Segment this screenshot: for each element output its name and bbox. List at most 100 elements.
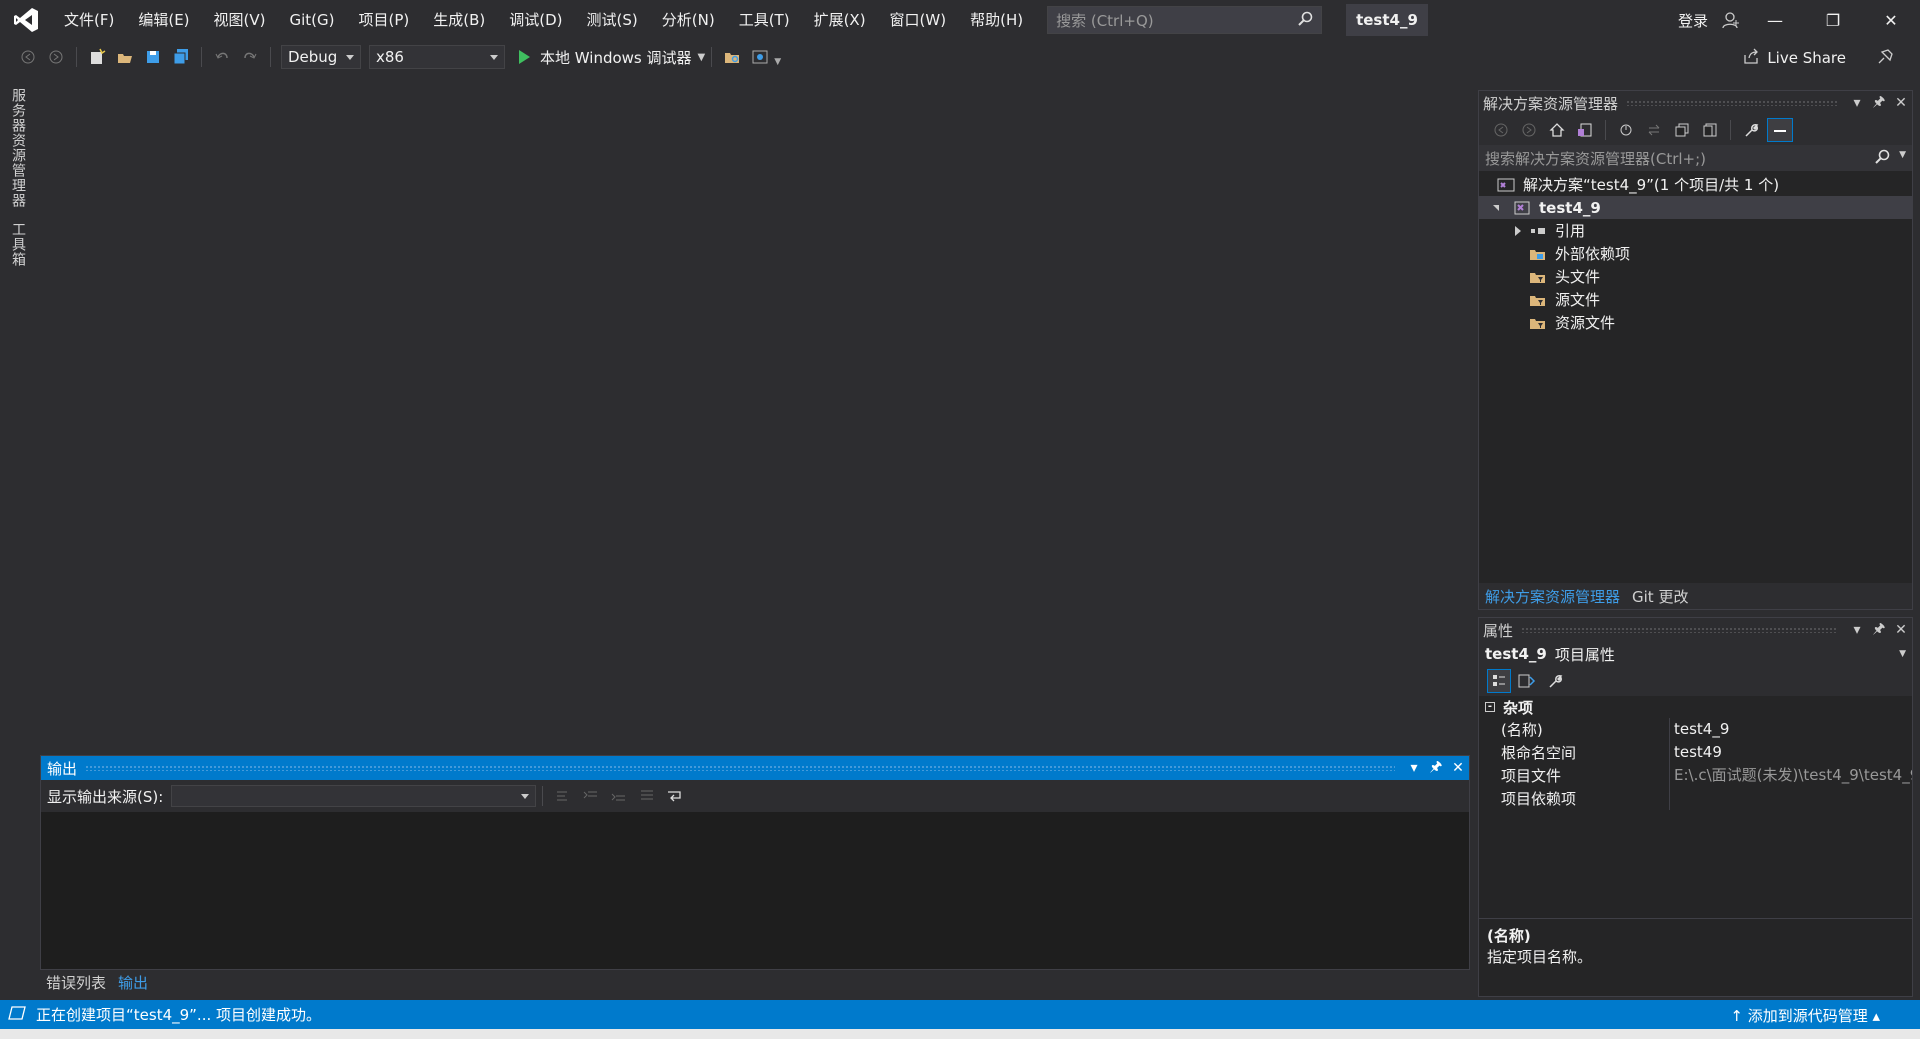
back-icon[interactable] [16, 45, 40, 69]
property-value[interactable]: E:\.c\面试题(未发)\test4_9\test4_9.vcxproj [1669, 764, 1912, 787]
forward-icon[interactable] [1517, 118, 1541, 142]
screenshot-icon[interactable] [748, 45, 772, 69]
tree-item-source-files[interactable]: 源文件 [1479, 288, 1912, 311]
account-icon[interactable] [1716, 0, 1746, 40]
server-explorer-tab[interactable]: 服务器资源管理器 [8, 88, 28, 208]
bottom-panel-tabs: 错误列表 输出 [40, 970, 154, 994]
menu-item[interactable]: 扩展(X) [802, 0, 878, 40]
menu-item[interactable]: 生成(B) [421, 0, 497, 40]
add-to-source-control-button[interactable]: ↑ 添加到源代码管理 ▴ [1730, 1005, 1880, 1026]
menu-item[interactable]: 测试(S) [575, 0, 650, 40]
home-icon[interactable] [1545, 118, 1569, 142]
property-pages-icon[interactable] [1543, 669, 1567, 693]
tree-item-header-files[interactable]: 头文件 [1479, 265, 1912, 288]
property-row[interactable]: (名称) test4_9 [1479, 718, 1912, 741]
clear-all-icon[interactable] [635, 784, 659, 808]
tree-item-project[interactable]: test4_9 [1479, 196, 1912, 219]
save-icon[interactable] [141, 45, 165, 69]
configuration-dropdown[interactable]: Debug [281, 45, 361, 69]
show-all-files-icon[interactable] [1698, 118, 1722, 142]
menu-item[interactable]: 项目(P) [347, 0, 422, 40]
window-position-dropdown-icon[interactable]: ▾ [1846, 622, 1868, 638]
alphabetical-icon[interactable] [1515, 669, 1539, 693]
tab-output[interactable]: 输出 [112, 972, 154, 993]
pin-icon[interactable]: 🖈 [1868, 91, 1890, 115]
undo-icon[interactable] [210, 45, 234, 69]
menu-item[interactable]: 工具(T) [727, 0, 802, 40]
properties-object-selector[interactable]: test4_9 项目属性 ▼ [1479, 642, 1912, 666]
window-position-dropdown-icon[interactable]: ▾ [1846, 95, 1868, 111]
output-panel-header[interactable]: 输出 ▾ 🖈 ✕ [41, 756, 1469, 780]
property-name: 项目文件 [1501, 767, 1562, 785]
tree-item-external-deps[interactable]: 外部依赖项 [1479, 242, 1912, 265]
switch-views-icon[interactable] [1573, 118, 1597, 142]
properties-wrench-icon[interactable] [1739, 118, 1763, 142]
description-title: (名称) [1487, 927, 1531, 945]
close-button[interactable]: ✕ [1862, 0, 1920, 40]
tree-item-references[interactable]: 引用 [1479, 219, 1912, 242]
solution-explorer-header[interactable]: 解决方案资源管理器 ▾ 🖈 ✕ [1479, 91, 1912, 115]
chevron-down-icon[interactable]: ▼ [1899, 150, 1906, 160]
close-icon[interactable]: ✕ [1447, 760, 1469, 776]
close-icon[interactable]: ✕ [1890, 95, 1912, 111]
property-row[interactable]: 项目文件 E:\.c\面试题(未发)\test4_9\test4_9.vcxpr… [1479, 764, 1912, 787]
property-value[interactable]: test49 [1669, 741, 1912, 764]
close-icon[interactable]: ✕ [1890, 622, 1912, 638]
sync-icon[interactable] [1642, 118, 1666, 142]
menu-item[interactable]: 帮助(H) [958, 0, 1035, 40]
platform-dropdown[interactable]: x86 [369, 45, 505, 69]
property-row[interactable]: 根命名空间 test49 [1479, 741, 1912, 764]
redo-icon[interactable] [238, 45, 262, 69]
new-project-icon[interactable] [85, 45, 109, 69]
browse-icon[interactable] [720, 45, 744, 69]
pin-icon[interactable]: 🖈 [1425, 756, 1447, 780]
property-value[interactable] [1669, 787, 1912, 810]
window-position-dropdown-icon[interactable]: ▾ [1403, 760, 1425, 776]
toolbox-tab[interactable]: 工具箱 [8, 222, 28, 267]
restore-button[interactable]: ❐ [1804, 0, 1862, 40]
tree-item-solution[interactable]: 解决方案“test4_9”(1 个项目/共 1 个) [1479, 173, 1912, 196]
open-file-icon[interactable] [113, 45, 137, 69]
next-message-icon[interactable] [607, 784, 631, 808]
tab-git-changes[interactable]: Git 更改 [1626, 586, 1694, 607]
search-input[interactable]: 搜索 (Ctrl+Q) [1047, 6, 1323, 34]
start-debugging-button[interactable]: 本地 Windows 调试器 ▼ [519, 47, 705, 68]
pin-icon[interactable]: 🖈 [1868, 618, 1890, 642]
menu-item[interactable]: 视图(V) [202, 0, 278, 40]
menu-item[interactable]: 窗口(W) [878, 0, 959, 40]
categorized-icon[interactable] [1487, 669, 1511, 693]
menu-item[interactable]: Git(G) [278, 0, 347, 40]
menu-item[interactable]: 编辑(E) [126, 0, 201, 40]
tree-item-resource-files[interactable]: 资源文件 [1479, 311, 1912, 334]
find-message-icon[interactable] [551, 784, 575, 808]
property-category[interactable]: - 杂项 [1479, 696, 1912, 718]
pending-changes-filter-icon[interactable] [1614, 118, 1638, 142]
output-text-area[interactable] [41, 812, 1469, 969]
prev-message-icon[interactable] [579, 784, 603, 808]
property-row[interactable]: 项目依赖项 [1479, 787, 1912, 810]
tab-solution-explorer[interactable]: 解决方案资源管理器 [1479, 586, 1626, 607]
collapse-arrow-icon[interactable] [1515, 225, 1521, 236]
menu-item[interactable]: 文件(F) [52, 0, 126, 40]
menu-item[interactable]: 分析(N) [650, 0, 727, 40]
login-button[interactable]: 登录 [1678, 10, 1708, 31]
output-source-dropdown[interactable] [171, 785, 537, 807]
forward-icon[interactable] [44, 45, 68, 69]
tab-error-list[interactable]: 错误列表 [40, 972, 112, 993]
toolbar-overflow-icon[interactable]: ▼ [774, 57, 781, 67]
expand-arrow-icon[interactable] [1493, 204, 1499, 211]
collapse-icon[interactable]: - [1485, 702, 1495, 712]
properties-header[interactable]: 属性 ▾ 🖈 ✕ [1479, 618, 1912, 642]
word-wrap-icon[interactable] [663, 784, 687, 808]
preview-selected-items-icon[interactable] [1767, 118, 1793, 142]
save-all-icon[interactable] [169, 45, 193, 69]
chevron-down-icon[interactable]: ▼ [698, 52, 706, 63]
menu-item[interactable]: 调试(D) [497, 0, 574, 40]
live-share-button[interactable]: Live Share [1743, 48, 1846, 68]
back-icon[interactable] [1489, 118, 1513, 142]
property-value[interactable]: test4_9 [1669, 718, 1912, 741]
minimize-button[interactable]: — [1746, 0, 1804, 40]
feedback-icon[interactable] [1876, 48, 1894, 70]
collapse-all-icon[interactable] [1670, 118, 1694, 142]
solution-explorer-search-input[interactable]: 搜索解决方案资源管理器(Ctrl+;) ▼ [1479, 145, 1912, 171]
